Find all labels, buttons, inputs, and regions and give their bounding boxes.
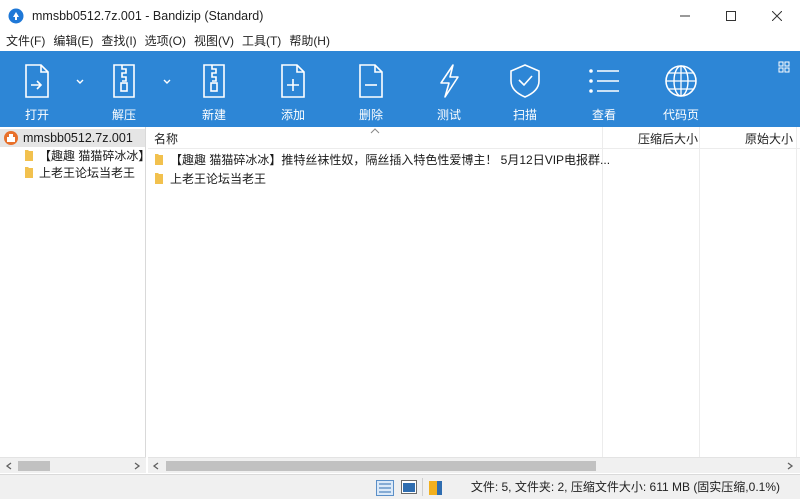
menu-find[interactable]: 查找(I) [97,31,140,51]
open-dropdown-chevron-icon[interactable] [74,75,86,87]
extract-icon [113,64,135,98]
status-summary: 文件: 5, 文件夹: 2, 压缩文件大小: 611 MB (固实压缩,0.1%… [470,480,780,494]
preview-pane-icon[interactable] [401,480,417,494]
maximize-button[interactable] [708,0,754,31]
title-bar: mmsbb0512.7z.001 - Bandizip (Standard) [0,0,800,31]
list-horizontal-scrollbar[interactable] [148,457,800,473]
scroll-right-icon[interactable] [131,460,143,472]
minimize-button[interactable] [662,0,708,31]
menu-tools[interactable]: 工具(T) [238,31,285,51]
open-file-icon [25,64,49,98]
delete-file-icon [359,64,383,98]
tree-root-label: mmsbb0512.7z.001 [23,131,133,145]
new-archive-icon [203,64,225,98]
file-list[interactable]: 名称 压缩后大小 原始大小 【趣趣 猫猫碎冰冰】推特丝袜性奴，隔丝插入特色性爱博… [148,127,800,457]
scan-shield-icon [510,64,540,98]
archive-file-icon [4,131,18,145]
scroll-thumb[interactable] [18,461,50,471]
tree-root-archive[interactable]: mmsbb0512.7z.001 [0,129,145,147]
menu-file[interactable]: 文件(F) [2,31,49,51]
folder-icon [25,150,33,161]
status-bar: 文件: 5, 文件夹: 2, 压缩文件大小: 611 MB (固实压缩,0.1%… [0,474,800,499]
test-button[interactable]: 测试 [427,51,471,127]
column-original-size-header[interactable]: 原始大小 [745,127,793,149]
codepage-label: 代码页 [662,108,699,122]
test-lightning-icon [440,64,459,98]
folder-icon [155,172,163,184]
toolbar: 打开 解压 新建 添加 删除 测试 扫描 查看 代码页 [0,51,800,127]
new-archive-button[interactable]: 新建 [192,51,236,127]
status-divider [422,478,423,496]
add-label: 添加 [280,108,305,122]
extract-dropdown-chevron-icon[interactable] [161,75,173,87]
scroll-left-icon[interactable] [150,460,162,472]
bandizip-app-icon [8,8,24,23]
scroll-thumb[interactable] [166,461,596,471]
test-label: 测试 [436,108,461,122]
tree-item-label: 上老王论坛当老王 [39,166,136,180]
window-title: mmsbb0512.7z.001 - Bandizip (Standard) [32,8,264,23]
details-view-icon[interactable] [376,480,394,496]
scan-label: 扫描 [512,108,537,122]
layout-grid-icon[interactable] [778,61,790,73]
sort-ascending-icon [370,128,380,134]
open-button[interactable]: 打开 [15,51,59,127]
maximize-icon [726,10,736,21]
delete-label: 删除 [358,108,383,122]
menu-edit[interactable]: 编辑(E) [49,31,97,51]
extract-label: 解压 [111,108,136,122]
scroll-left-icon[interactable] [3,460,15,472]
column-packed-size-header[interactable]: 压缩后大小 [638,127,698,149]
new-archive-label: 新建 [201,108,226,122]
list-item-name: 上老王论坛当老王 [170,171,267,186]
tree-item-label: 【趣趣 猫猫碎冰冰】 [39,149,146,163]
close-icon [772,10,782,21]
delete-button[interactable]: 删除 [349,51,393,127]
tree-item-folder-2[interactable]: 上老王论坛当老王 [24,164,135,181]
list-item[interactable]: 【趣趣 猫猫碎冰冰】推特丝袜性奴，隔丝插入特色性爱博主！ 5月12日VIP电报群… [148,149,800,169]
view-list-icon [589,69,619,93]
codepage-button[interactable]: 代码页 [659,51,703,127]
extract-button[interactable]: 解压 [102,51,146,127]
menu-view[interactable]: 视图(V) [190,31,238,51]
folder-tree[interactable]: mmsbb0512.7z.001 【趣趣 猫猫碎冰冰】 上老王论坛当老王 [0,127,146,457]
view-label: 查看 [591,108,616,122]
menu-help[interactable]: 帮助(H) [285,31,334,51]
add-button[interactable]: 添加 [271,51,315,127]
add-file-icon [281,64,305,98]
scan-button[interactable]: 扫描 [503,51,547,127]
menu-options[interactable]: 选项(O) [141,31,190,51]
folder-icon [25,167,33,178]
column-name-header[interactable]: 名称 [154,127,178,149]
open-label: 打开 [24,108,49,122]
scroll-right-icon[interactable] [784,460,796,472]
archive-info-icon[interactable] [429,480,443,496]
list-item[interactable]: 上老王论坛当老王 [148,168,800,188]
list-item-name: 【趣趣 猫猫碎冰冰】推特丝袜性奴，隔丝插入特色性爱博主！ 5月12日VIP电报群… [170,152,611,167]
list-header: 名称 压缩后大小 原始大小 [148,127,800,149]
minimize-icon [680,15,690,16]
view-button[interactable]: 查看 [582,51,626,127]
folder-icon [155,153,163,165]
menu-bar: 文件(F) 编辑(E) 查找(I) 选项(O) 视图(V) 工具(T) 帮助(H… [0,31,800,51]
tree-horizontal-scrollbar[interactable] [0,457,146,473]
codepage-globe-icon [665,65,697,97]
close-button[interactable] [754,0,800,31]
tree-item-folder-1[interactable]: 【趣趣 猫猫碎冰冰】 [24,147,146,164]
